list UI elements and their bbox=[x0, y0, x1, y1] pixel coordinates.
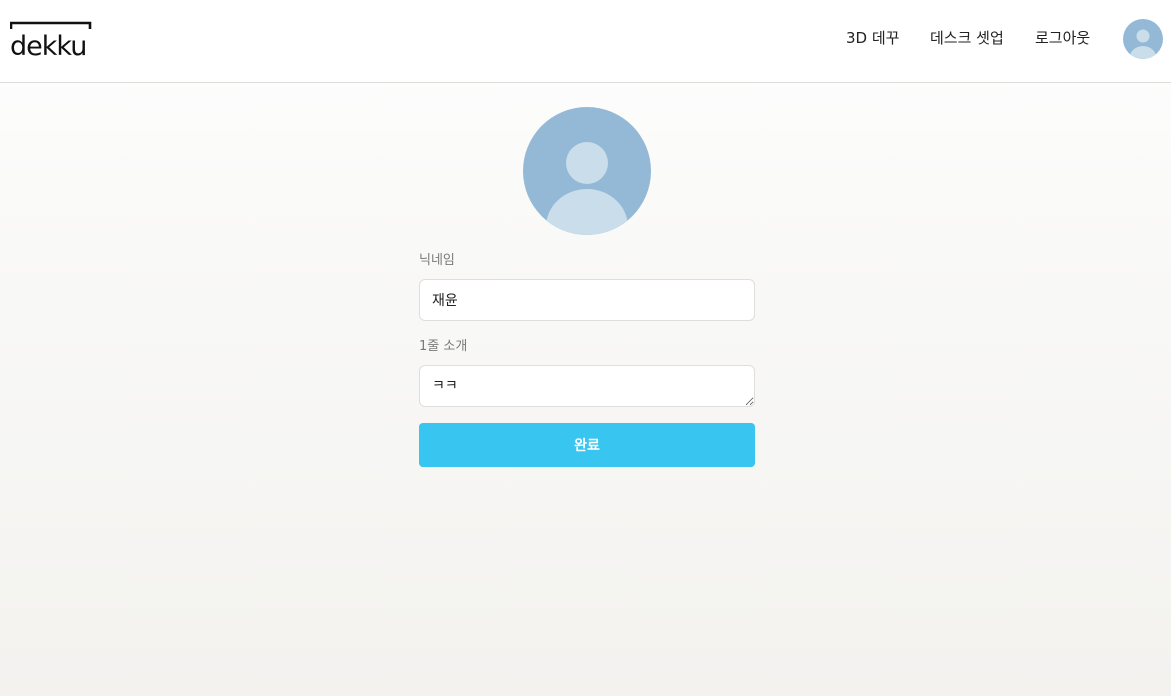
user-icon bbox=[1123, 19, 1163, 59]
profile-image-picker[interactable] bbox=[523, 107, 651, 235]
nickname-input[interactable] bbox=[419, 279, 755, 321]
user-avatar[interactable] bbox=[1123, 19, 1163, 59]
bio-textarea[interactable]: ㅋㅋ bbox=[419, 365, 755, 407]
top-header: dekku 3D 데꾸 데스크 셋업 로그아웃 bbox=[0, 0, 1171, 83]
user-icon bbox=[523, 107, 651, 235]
nav-3d-dekku[interactable]: 3D 데꾸 bbox=[846, 28, 899, 48]
dekku-logo[interactable]: dekku bbox=[10, 21, 92, 57]
svg-text:dekku: dekku bbox=[10, 31, 86, 57]
bio-label: 1줄 소개 bbox=[419, 339, 468, 354]
submit-button[interactable]: 완료 bbox=[419, 423, 755, 467]
nickname-label: 닉네임 bbox=[419, 253, 455, 268]
nav-logout[interactable]: 로그아웃 bbox=[1035, 28, 1090, 48]
nav-desk-setup[interactable]: 데스크 셋업 bbox=[930, 28, 1004, 48]
